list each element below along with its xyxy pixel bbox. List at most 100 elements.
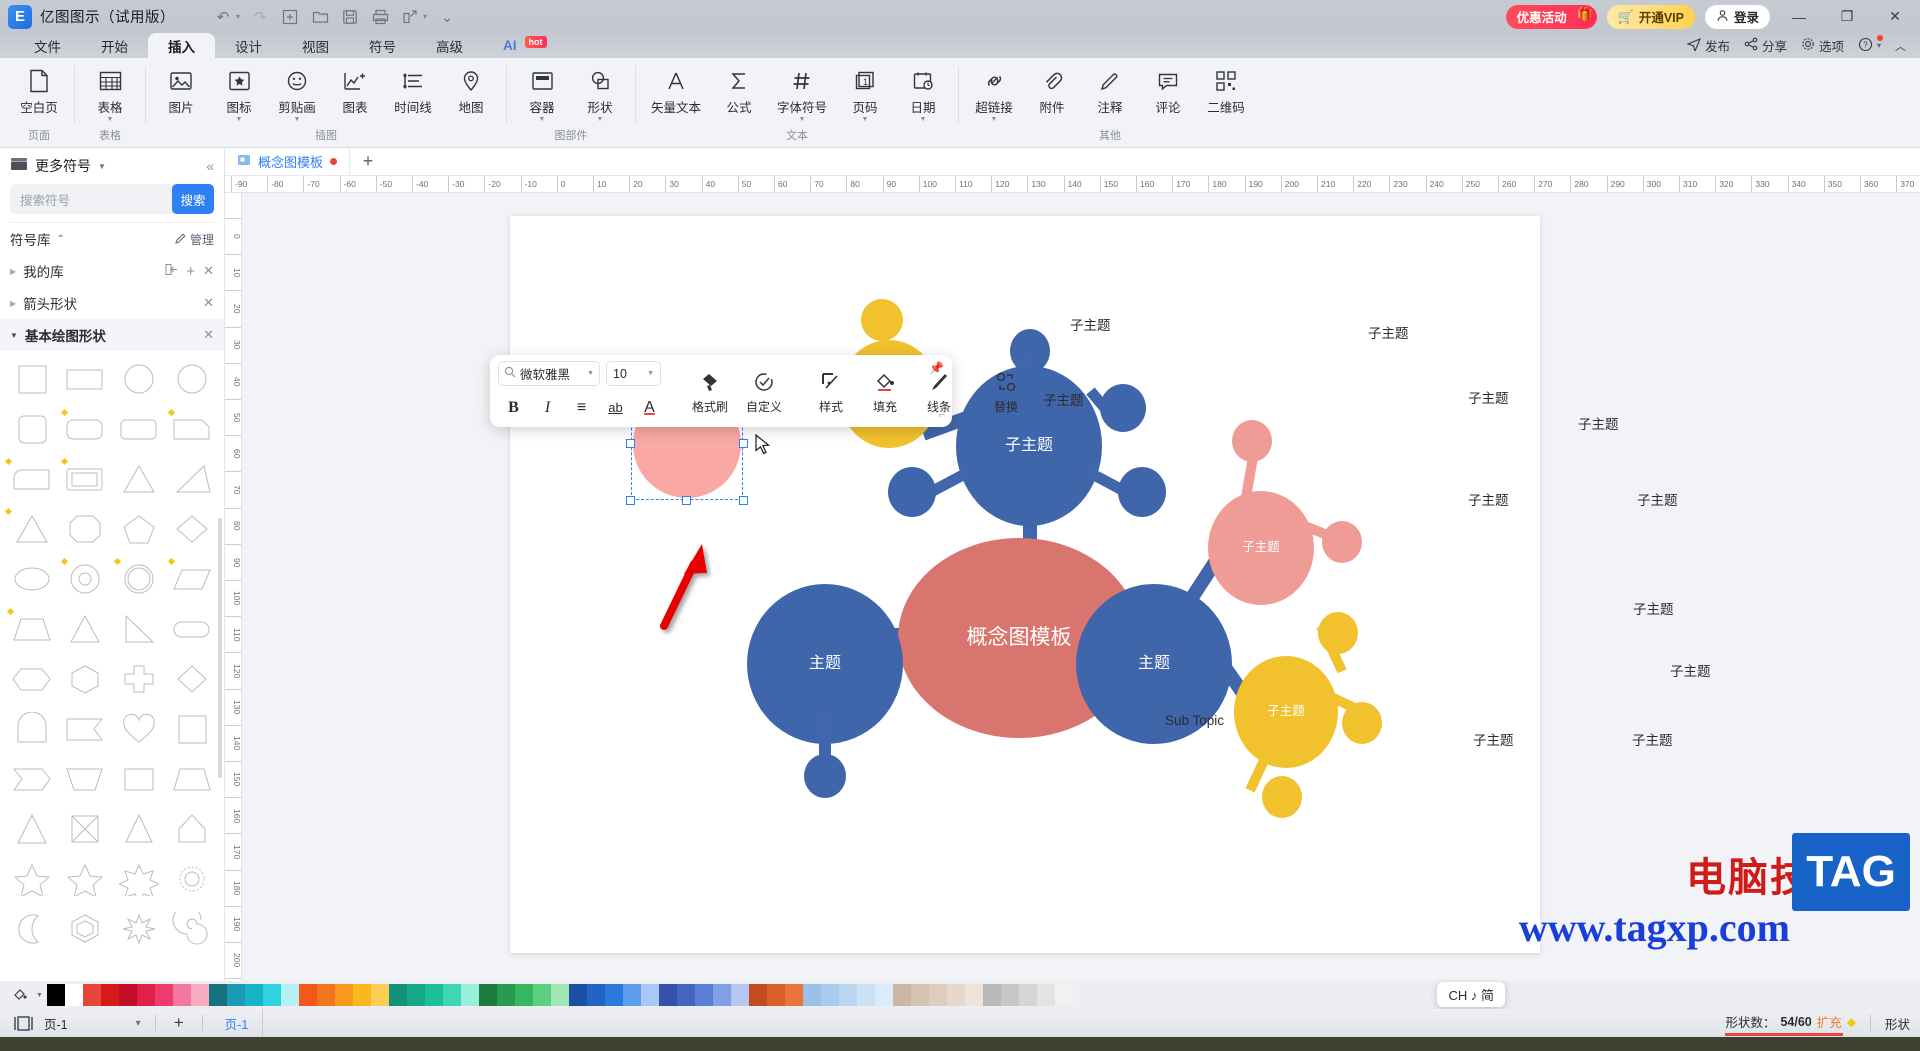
color-swatch[interactable] — [820, 984, 839, 1006]
ribbon-button-font-symbol[interactable]: 字体符号 ▼ — [768, 62, 836, 123]
color-swatch[interactable] — [802, 984, 821, 1006]
color-swatch[interactable] — [370, 984, 389, 1006]
chevron-down-icon[interactable]: ▼ — [236, 116, 243, 123]
color-swatch[interactable] — [694, 984, 713, 1006]
shape-item-trapezoid-3[interactable] — [167, 759, 219, 799]
color-swatch[interactable] — [658, 984, 677, 1006]
chevron-down-icon[interactable]: ▼ — [10, 331, 18, 340]
ribbon-button-timeline[interactable]: 时间线 — [384, 62, 442, 116]
color-swatch[interactable] — [676, 984, 695, 1006]
ribbon-button-attachment[interactable]: 附件 — [1023, 62, 1081, 116]
color-swatch[interactable] — [928, 984, 947, 1006]
color-swatch[interactable] — [424, 984, 443, 1006]
color-swatch[interactable] — [64, 984, 83, 1006]
color-swatch[interactable] — [208, 984, 227, 1006]
search-button[interactable]: 搜索 — [172, 184, 214, 214]
shape-item-flag-shape[interactable] — [60, 709, 112, 749]
color-swatch[interactable] — [856, 984, 875, 1006]
ribbon-button-comment[interactable]: 评论 — [1139, 62, 1197, 116]
chevron-down-icon[interactable]: ▼ — [294, 116, 301, 123]
symbol-panel-scrollbar[interactable] — [218, 518, 222, 778]
chevron-right-icon[interactable]: ▶ — [10, 299, 16, 308]
resize-handle-icon[interactable]: ⌐ — [939, 409, 945, 421]
shape-item-spiral[interactable] — [167, 909, 219, 949]
replace-button[interactable]: 替换 — [979, 367, 1033, 415]
menu-item-home[interactable]: 开始 — [81, 33, 148, 58]
print-icon[interactable] — [366, 4, 394, 30]
shape-item-square-plain[interactable] — [167, 709, 219, 749]
ribbon-button-formula[interactable]: 公式 — [710, 62, 768, 116]
shape-item-rect-round-left[interactable] — [4, 457, 58, 499]
color-swatch[interactable] — [298, 984, 317, 1006]
shape-item-stadium[interactable] — [167, 609, 219, 649]
shape-item-triangle-tall[interactable] — [60, 609, 112, 649]
color-swatch[interactable] — [334, 984, 353, 1006]
help-button[interactable]: ? ▾ — [1858, 34, 1883, 55]
color-swatch[interactable] — [514, 984, 533, 1006]
color-swatch[interactable] — [190, 984, 209, 1006]
shape-item-heart[interactable] — [113, 709, 165, 749]
shape-item-rectangle[interactable] — [60, 359, 112, 399]
shape-item-parallelogram[interactable] — [167, 557, 219, 599]
open-folder-icon[interactable] — [306, 4, 334, 30]
shape-item-double-rect[interactable] — [60, 457, 112, 499]
shape-item-triangle-sharp[interactable] — [6, 809, 58, 849]
shape-item-hexagram[interactable] — [60, 909, 112, 949]
menu-item-insert[interactable]: 插入 — [148, 33, 215, 58]
color-swatch[interactable] — [964, 984, 983, 1006]
close-icon[interactable]: ✕ — [203, 327, 214, 343]
chevron-down-icon[interactable]: ▼ — [597, 116, 604, 123]
resize-handle-e[interactable] — [739, 439, 748, 448]
ribbon-button-hyperlink[interactable]: 超链接 ▼ — [965, 62, 1023, 123]
italic-button[interactable]: I — [532, 394, 563, 421]
shape-item-ellipse[interactable] — [6, 559, 58, 599]
subtopic-yellow-bottom-leaf-right[interactable] — [1342, 702, 1382, 744]
shape-item-right-triangle-up[interactable] — [167, 459, 219, 499]
ribbon-button-vector-text[interactable]: 矢量文本 — [642, 62, 710, 116]
resize-handle-s[interactable] — [682, 496, 691, 505]
shape-item-donut[interactable] — [60, 557, 112, 599]
close-icon[interactable]: ✕ — [203, 263, 214, 279]
pin-icon[interactable]: 📌 — [929, 361, 944, 375]
ribbon-button-page-number[interactable]: 1 页码 ▼ — [836, 62, 894, 123]
save-icon[interactable] — [336, 4, 364, 30]
canvas-area[interactable]: 子主题 子主题 概念图模板 主题 — [242, 193, 1920, 981]
document-page[interactable]: 子主题 子主题 概念图模板 主题 — [510, 216, 1711, 953]
color-swatch[interactable] — [496, 984, 515, 1006]
share-button[interactable]: 分享 — [1744, 36, 1787, 55]
menu-item-advanced[interactable]: 高级 — [416, 33, 483, 58]
subtopic-top-leaf-lowleft[interactable] — [888, 467, 936, 517]
export-caret-icon[interactable]: ▾ — [423, 12, 427, 21]
color-swatch[interactable] — [730, 984, 749, 1006]
options-button[interactable]: 选项 — [1801, 36, 1844, 55]
chevron-down-icon[interactable]: ▼ — [862, 116, 869, 123]
color-swatch[interactable] — [244, 984, 263, 1006]
shape-item-rounded-square[interactable] — [6, 409, 58, 449]
strikethrough-button[interactable]: ab — [600, 394, 631, 421]
color-swatch[interactable] — [46, 984, 65, 1006]
ribbon-button-image[interactable]: 图片 — [152, 62, 210, 116]
library-category-arrows[interactable]: ▶ 箭头形状 ✕ — [0, 287, 224, 319]
color-swatch[interactable] — [586, 984, 605, 1006]
color-swatch[interactable] — [1000, 984, 1019, 1006]
more-commands-icon[interactable]: ⌄ — [433, 4, 461, 30]
subtopic-top-leaf-right[interactable] — [1100, 384, 1146, 432]
color-swatch[interactable] — [352, 984, 371, 1006]
minimize-button[interactable]: — — [1780, 1, 1818, 33]
color-swatch[interactable] — [118, 984, 137, 1006]
ribbon-button-clipart[interactable]: 剪贴画 ▼ — [268, 62, 326, 123]
horizontal-ruler[interactable]: -90 -80 -70 -60 -50 -40 -30 -20 -10 0 10 20 30 40 50 60… — [225, 176, 1920, 193]
color-swatch[interactable] — [982, 984, 1001, 1006]
add-tab-button[interactable]: + — [350, 148, 386, 176]
shape-item-concentric-circle[interactable] — [113, 557, 165, 599]
shape-item-pentagon[interactable] — [113, 509, 165, 549]
customize-button[interactable]: 自定义 — [737, 367, 791, 415]
color-swatch[interactable] — [388, 984, 407, 1006]
ribbon-button-annotation[interactable]: 注释 — [1081, 62, 1139, 116]
color-swatch[interactable] — [226, 984, 245, 1006]
add-page-button[interactable]: + — [164, 1010, 194, 1036]
color-swatch[interactable] — [82, 984, 101, 1006]
shape-item-arrow-block[interactable] — [167, 809, 219, 849]
subtopic-yellow-bottom-node[interactable]: 子主题 — [1234, 656, 1338, 768]
color-swatch[interactable] — [154, 984, 173, 1006]
